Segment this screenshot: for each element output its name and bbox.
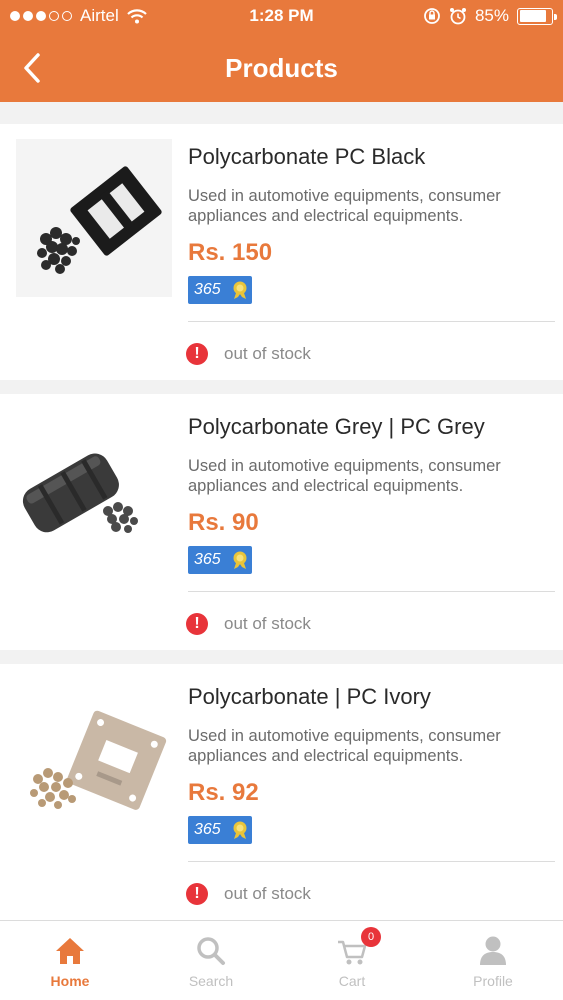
assurance-badge: 365: [188, 276, 252, 304]
tab-label: Search: [188, 973, 234, 989]
product-price: Rs. 150: [188, 239, 273, 266]
product-card[interactable]: Polycarbonate | PC Ivory Used in automot…: [0, 664, 563, 920]
tab-label: Home: [50, 973, 90, 989]
medal-icon: [233, 551, 247, 569]
rotation-lock-icon: [424, 8, 440, 24]
product-card[interactable]: Polycarbonate PC Black Used in automotiv…: [0, 124, 563, 380]
product-price: Rs. 90: [188, 509, 259, 536]
alert-icon: !: [186, 343, 208, 365]
tab-home[interactable]: Home: [0, 921, 140, 1000]
page-title: Products: [225, 53, 338, 83]
stock-status: out of stock: [224, 614, 311, 633]
product-price: Rs. 92: [188, 779, 259, 806]
medal-icon: [233, 821, 247, 839]
stock-status: out of stock: [224, 884, 311, 903]
tab-profile[interactable]: Profile: [423, 921, 563, 1000]
product-name[interactable]: Polycarbonate PC Black: [188, 144, 425, 170]
product-description: Used in automotive equipments, consumer …: [188, 457, 501, 495]
badge-label: 365: [194, 281, 221, 298]
product-card[interactable]: Polycarbonate Grey | PC Grey Used in aut…: [0, 394, 563, 650]
assurance-badge: 365: [188, 816, 252, 844]
tab-label: Profile: [473, 973, 513, 989]
home-icon: [56, 938, 84, 964]
product-image: [16, 139, 172, 297]
product-image: [16, 409, 172, 567]
product-description: Used in automotive equipments, consumer …: [188, 187, 501, 225]
product-image: [16, 679, 172, 837]
divider: [188, 591, 555, 592]
search-icon: [197, 937, 225, 965]
tab-label: Cart: [338, 973, 366, 989]
medal-icon: [233, 281, 247, 299]
battery-icon: [517, 7, 557, 25]
assurance-badge: 365: [188, 546, 252, 574]
status-bar: Airtel 1:28 PM 85%: [0, 0, 563, 32]
product-list[interactable]: Polycarbonate PC Black Used in automotiv…: [0, 102, 563, 920]
stock-status: out of stock: [224, 344, 311, 363]
tab-bar: Home Search 0 Cart Profile: [0, 920, 563, 1000]
profile-icon: [480, 936, 506, 965]
tab-search[interactable]: Search: [141, 921, 281, 1000]
product-name[interactable]: Polycarbonate | PC Ivory: [188, 684, 431, 710]
app-header: Airtel 1:28 PM 85% Products: [0, 0, 563, 102]
alarm-icon: [449, 8, 466, 25]
badge-label: 365: [194, 821, 221, 838]
battery-percent: 85%: [474, 6, 509, 25]
divider: [188, 321, 555, 322]
tab-cart[interactable]: 0 Cart: [282, 921, 422, 1000]
alert-icon: !: [186, 883, 208, 905]
alert-icon: !: [186, 613, 208, 635]
divider: [188, 861, 555, 862]
cart-count-badge: 0: [361, 927, 381, 947]
product-name[interactable]: Polycarbonate Grey | PC Grey: [188, 414, 485, 440]
product-description: Used in automotive equipments, consumer …: [188, 727, 501, 765]
badge-label: 365: [194, 551, 221, 568]
